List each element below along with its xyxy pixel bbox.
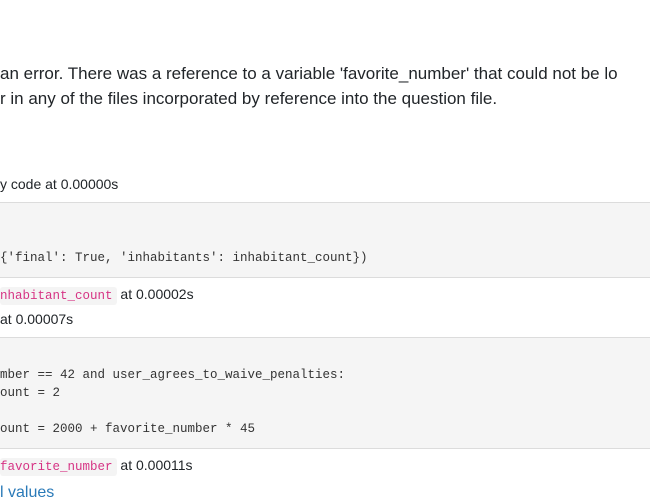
- code-block-2-text: mber == 42 and user_agrees_to_waive_pena…: [0, 368, 346, 436]
- trace-time: at 0.00002s: [116, 286, 194, 302]
- trace-time: at 0.00011s: [116, 457, 193, 473]
- trace-line-variable-inhabitant-count: nhabitant_count at 0.00002s: [0, 284, 194, 306]
- trace-line-code-start: y code at 0.00000s: [0, 176, 119, 192]
- code-block-2: mber == 42 and user_agrees_to_waive_pena…: [0, 337, 650, 449]
- error-message-line-1: an error. There was a reference to a var…: [0, 64, 618, 83]
- error-message-line-2: r in any of the files incorporated by re…: [0, 89, 498, 108]
- variable-name-chip: nhabitant_count: [0, 287, 117, 305]
- trace-line-variable-favorite-number: favorite_number at 0.00011s: [0, 455, 193, 477]
- trace-line-time: at 0.00007s: [0, 311, 74, 327]
- show-values-link[interactable]: l values: [0, 483, 54, 503]
- code-block-1: {'final': True, 'inhabitants': inhabitan…: [0, 202, 650, 278]
- variable-name-chip: favorite_number: [0, 458, 117, 476]
- code-block-1-text: {'final': True, 'inhabitants': inhabitan…: [0, 251, 368, 265]
